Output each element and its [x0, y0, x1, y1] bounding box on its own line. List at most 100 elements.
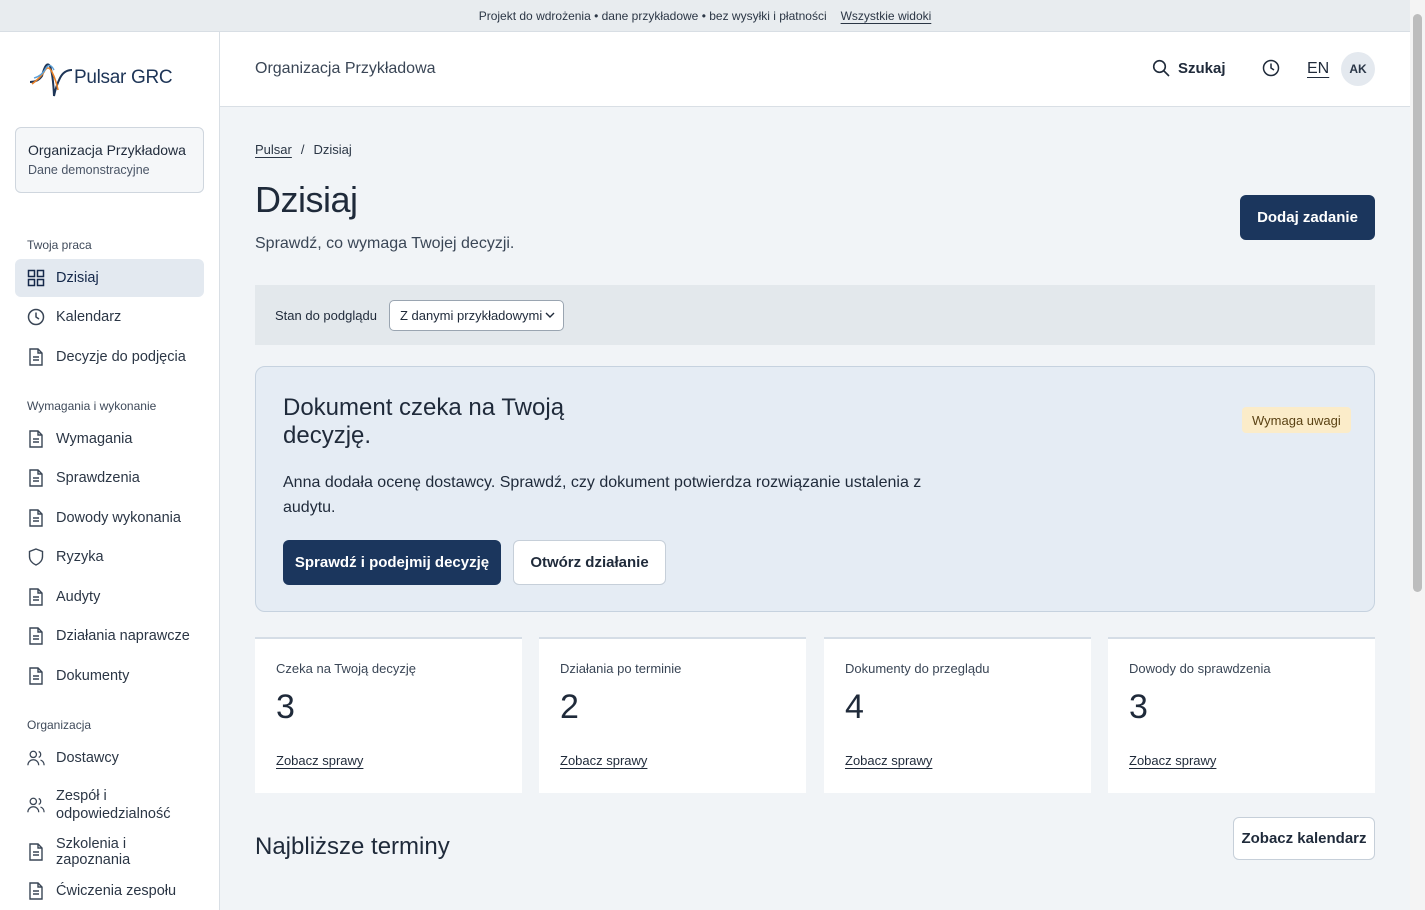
- decision-title: Dokument czeka na Twoją decyzję.: [283, 394, 565, 449]
- scrollbar-thumb[interactable]: [1413, 14, 1422, 592]
- users-icon: [27, 796, 45, 814]
- see-cases-link[interactable]: Zobacz sprawy: [276, 753, 363, 768]
- breadcrumb-current: Dzisiaj: [313, 142, 352, 157]
- sidebar-item-label: Kalendarz: [56, 309, 122, 325]
- sidebar-item-label: Dowody wykonania: [56, 510, 181, 526]
- scrollbar[interactable]: [1410, 0, 1425, 910]
- sidebar-item-dostawcy[interactable]: Dostawcy: [15, 739, 204, 777]
- language-switch[interactable]: EN: [1307, 60, 1329, 78]
- document-icon: [27, 509, 45, 527]
- sidebar-item-cwiczenia[interactable]: Ćwiczenia zespołu: [15, 872, 204, 910]
- sidebar-item-label: Decyzje do podjęcia: [56, 349, 186, 365]
- sidebar-item-label: Wymagania: [56, 431, 133, 447]
- stat-card: Działania po terminie 2 Zobacz sprawy: [539, 637, 806, 793]
- page-title: Dzisiaj: [255, 179, 358, 220]
- sidebar-item-label: Sprawdzenia: [56, 470, 140, 486]
- breadcrumb-separator: /: [300, 142, 305, 157]
- grid-icon: [27, 269, 45, 287]
- sidebar-item-label: Ćwiczenia zespołu: [56, 883, 177, 899]
- nav-section-title: Twoja praca: [27, 238, 92, 252]
- add-task-button[interactable]: Dodaj zadanie: [1240, 195, 1375, 240]
- document-icon: [27, 588, 45, 606]
- org-switcher[interactable]: Organizacja Przykładowa Dane demonstracy…: [15, 127, 204, 193]
- stat-value: 3: [276, 688, 295, 726]
- topbar: Organizacja Przykładowa Szukaj EN AK: [220, 32, 1410, 107]
- org-subtitle: Dane demonstracyjne: [28, 163, 150, 177]
- sidebar-item-decyzje[interactable]: Decyzje do podjęcia: [15, 338, 204, 376]
- document-icon: [27, 843, 45, 861]
- sidebar-item-label: Działania naprawcze: [56, 628, 190, 644]
- logo[interactable]: Pulsar GRC: [28, 54, 178, 102]
- sidebar-item-ryzyka[interactable]: Ryzyka: [15, 538, 204, 576]
- document-icon: [27, 430, 45, 448]
- stats-row: Czeka na Twoją decyzję 3 Zobacz sprawy D…: [255, 637, 1375, 793]
- stat-value: 3: [1129, 688, 1148, 726]
- stat-card: Czeka na Twoją decyzję 3 Zobacz sprawy: [255, 637, 522, 793]
- logo-text: Pulsar GRC: [74, 67, 173, 88]
- pulsar-logo-icon: [29, 63, 72, 97]
- preview-state-select[interactable]: Z danymi przykładowymi: [388, 299, 564, 331]
- avatar[interactable]: AK: [1341, 52, 1375, 86]
- page-subtitle: Sprawdź, co wymaga Twojej decyzji.: [255, 235, 515, 252]
- sidebar-item-dzisiaj[interactable]: Dzisiaj: [15, 259, 204, 297]
- topbar-org-name: Organizacja Przykładowa: [255, 60, 436, 77]
- stat-label: Dowody do sprawdzenia: [1129, 661, 1271, 676]
- see-cases-link[interactable]: Zobacz sprawy: [560, 753, 647, 768]
- shield-icon: [27, 548, 45, 566]
- document-icon: [27, 627, 45, 645]
- sidebar-item-label: Dzisiaj: [56, 270, 99, 286]
- sidebar-item-label: Dostawcy: [56, 750, 119, 766]
- nav-section-title: Organizacja: [27, 718, 92, 732]
- document-icon: [27, 348, 45, 366]
- sidebar-item-zespol[interactable]: Zespół i odpowiedzialność: [15, 783, 204, 827]
- sidebar: Pulsar GRC Organizacja Przykładowa Dane …: [0, 32, 220, 910]
- open-action-button[interactable]: Otwórz działanie: [513, 540, 666, 585]
- sidebar-item-dzialania[interactable]: Działania naprawcze: [15, 617, 204, 655]
- sidebar-item-dowody[interactable]: Dowody wykonania: [15, 499, 204, 537]
- document-icon: [27, 667, 45, 685]
- breadcrumb: Pulsar / Dzisiaj: [255, 142, 352, 157]
- sidebar-item-label: Zespół i odpowiedzialność: [56, 788, 171, 822]
- breadcrumb-root[interactable]: Pulsar: [255, 142, 292, 157]
- chevron-down-icon: [545, 312, 555, 318]
- sidebar-item-dokumenty[interactable]: Dokumenty: [15, 657, 204, 695]
- stat-label: Działania po terminie: [560, 661, 682, 676]
- preview-state-bar: Stan do podglądu Z danymi przykładowymi: [255, 285, 1375, 345]
- preview-select-value: Z danymi przykładowymi: [399, 307, 543, 323]
- stat-card: Dowody do sprawdzenia 3 Zobacz sprawy: [1108, 637, 1375, 793]
- clock-icon: [27, 308, 45, 326]
- stat-label: Dokumenty do przeglądu: [845, 661, 990, 676]
- stat-value: 2: [560, 688, 579, 726]
- search-label: Szukaj: [1178, 59, 1226, 77]
- sidebar-item-label: Audyty: [56, 589, 101, 605]
- status-badge: Wymaga uwagi: [1242, 407, 1351, 433]
- stat-value: 4: [845, 688, 864, 726]
- search-button[interactable]: Szukaj: [1152, 59, 1226, 77]
- search-icon: [1152, 59, 1170, 77]
- sidebar-item-kalendarz[interactable]: Kalendarz: [15, 298, 204, 336]
- sidebar-item-label: Szkolenia i zapoznania: [56, 836, 131, 868]
- org-name: Organizacja Przykładowa: [28, 142, 186, 158]
- sidebar-item-wymagania[interactable]: Wymagania: [15, 420, 204, 458]
- clock-icon: [1262, 59, 1280, 77]
- sidebar-item-audyty[interactable]: Audyty: [15, 578, 204, 616]
- all-views-link[interactable]: Wszystkie widoki: [841, 9, 932, 23]
- decision-description: Anna dodała ocenę dostawcy. Sprawdź, czy…: [283, 474, 922, 516]
- nav-section-title: Wymagania i wykonanie: [27, 399, 157, 413]
- see-calendar-button[interactable]: Zobacz kalendarz: [1233, 817, 1375, 860]
- review-decide-button[interactable]: Sprawdź i podejmij decyzję: [283, 540, 501, 585]
- sidebar-item-szkolenia[interactable]: Szkolenia i zapoznania: [15, 833, 204, 871]
- see-cases-link[interactable]: Zobacz sprawy: [845, 753, 932, 768]
- preview-label: Stan do podglądu: [275, 307, 377, 323]
- users-icon: [27, 749, 45, 767]
- see-cases-link[interactable]: Zobacz sprawy: [1129, 753, 1216, 768]
- stat-card: Dokumenty do przeglądu 4 Zobacz sprawy: [824, 637, 1091, 793]
- sidebar-item-label: Ryzyka: [56, 549, 104, 565]
- deadlines-title: Najbliższe terminy: [255, 833, 450, 860]
- decision-card: Dokument czeka na Twoją decyzję. Wymaga …: [255, 366, 1375, 612]
- history-button[interactable]: [1262, 59, 1280, 82]
- banner-text: Projekt do wdrożenia • dane przykładowe …: [478, 8, 827, 23]
- sidebar-item-sprawdzenia[interactable]: Sprawdzenia: [15, 459, 204, 497]
- stat-label: Czeka na Twoją decyzję: [276, 661, 416, 676]
- document-icon: [27, 882, 45, 900]
